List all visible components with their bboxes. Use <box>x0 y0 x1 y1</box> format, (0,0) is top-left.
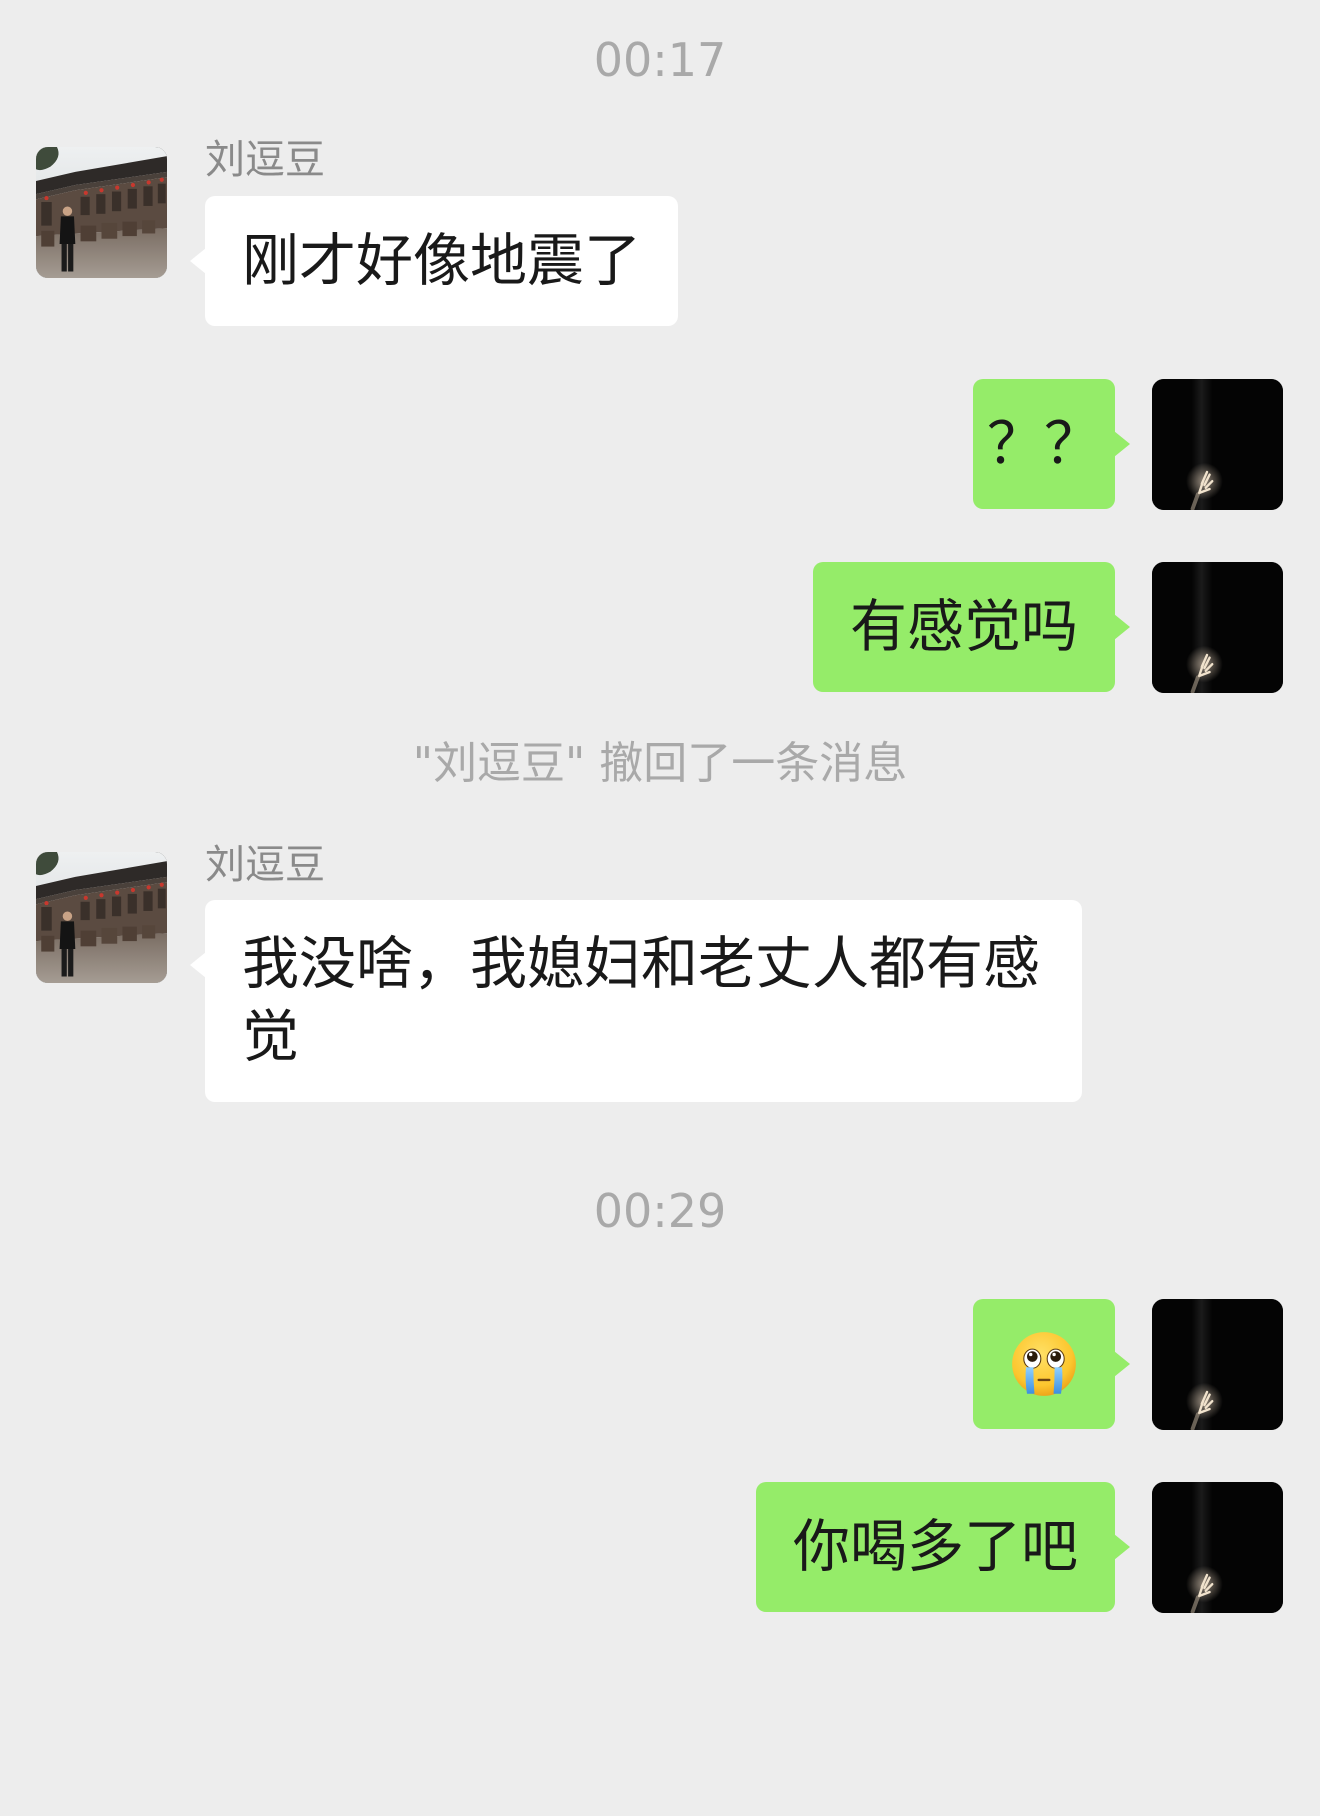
sender-name: 刘逗豆 <box>205 842 325 888</box>
message-text: ？？ <box>987 411 1101 477</box>
message-bubble-outgoing-emoji[interactable] <box>973 1299 1130 1429</box>
contact-avatar-photo-icon <box>36 147 167 278</box>
self-avatar-dark-hand-icon <box>1152 562 1283 693</box>
message-text: 你喝多了吧 <box>793 1514 1078 1580</box>
message-text: 有感觉吗 <box>850 594 1078 660</box>
message-bubble-incoming[interactable]: 刚才好像地震了 <box>190 196 678 326</box>
contact-avatar[interactable] <box>36 147 167 278</box>
crying-tears-emoji <box>1010 1330 1078 1398</box>
message-bubble-outgoing[interactable]: 你喝多了吧 <box>756 1482 1130 1612</box>
self-avatar-dark-hand-icon <box>1152 1299 1283 1430</box>
chat-view[interactable]: 00:17 刘逗豆 刚才好像地震了 ？？ 有感觉吗 "刘逗豆" 撤回了一条消息 … <box>0 0 1320 1816</box>
contact-avatar[interactable] <box>36 852 167 983</box>
message-text: 我没啥，我媳妇和老丈人都有感觉 <box>242 931 1040 1070</box>
self-avatar[interactable] <box>1152 1482 1283 1613</box>
message-bubble-outgoing[interactable]: 有感觉吗 <box>813 562 1130 692</box>
recall-notice: "刘逗豆" 撤回了一条消息 <box>412 738 908 789</box>
message-bubble-outgoing[interactable]: ？？ <box>973 379 1130 509</box>
self-avatar-dark-hand-icon <box>1152 1482 1283 1613</box>
self-avatar[interactable] <box>1152 1299 1283 1430</box>
message-text: 刚才好像地震了 <box>242 228 641 294</box>
self-avatar[interactable] <box>1152 379 1283 510</box>
message-bubble-incoming[interactable]: 我没啥，我媳妇和老丈人都有感觉 <box>190 900 1082 1102</box>
sender-name: 刘逗豆 <box>205 137 325 183</box>
self-avatar[interactable] <box>1152 562 1283 693</box>
timestamp: 00:29 <box>593 1184 727 1238</box>
self-avatar-dark-hand-icon <box>1152 379 1283 510</box>
contact-avatar-photo-icon <box>36 852 167 983</box>
timestamp: 00:17 <box>593 33 727 87</box>
